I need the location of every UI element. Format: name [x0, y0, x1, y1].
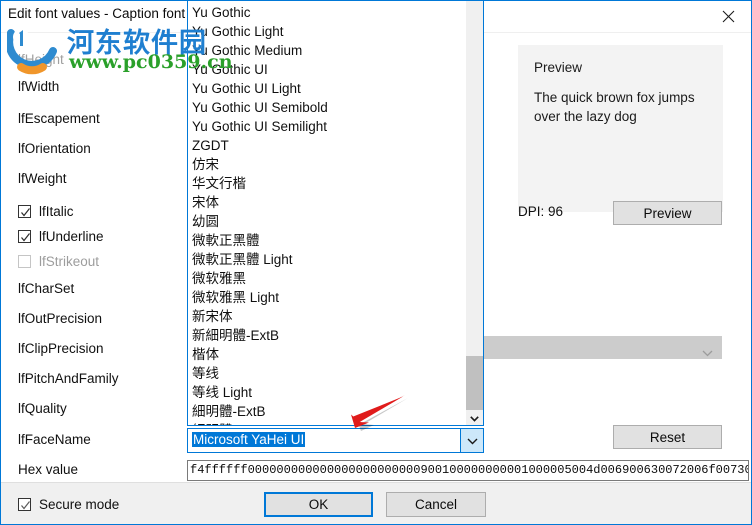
- label-lfquality: lfQuality: [18, 401, 67, 416]
- checkbox-label: lfItalic: [39, 204, 74, 219]
- checkbox-label: Secure mode: [39, 497, 120, 512]
- preview-panel: Preview The quick brown fox jumps over t…: [518, 45, 723, 212]
- close-icon: [722, 10, 735, 23]
- list-item[interactable]: 新宋体: [192, 307, 233, 326]
- chevron-down-icon: [470, 409, 479, 426]
- dpi-label: DPI: 96: [518, 204, 564, 219]
- list-item[interactable]: ZGDT: [192, 136, 229, 155]
- label-lfweight: lfWeight: [18, 171, 67, 186]
- label-lffacename: lfFaceName: [18, 432, 91, 447]
- list-item[interactable]: Yu Gothic UI: [192, 60, 268, 79]
- list-item[interactable]: Yu Gothic Medium: [192, 41, 302, 60]
- list-item[interactable]: Yu Gothic UI Semibold: [192, 98, 328, 117]
- list-item[interactable]: 幼圆: [192, 212, 219, 231]
- chevron-down-icon: [467, 432, 478, 450]
- font-list-dropdown[interactable]: Yu Gothic Yu Gothic Light Yu Gothic Medi…: [187, 1, 484, 426]
- label-hex-value: Hex value: [18, 462, 79, 477]
- page-title: Edit font values - Caption font: [8, 6, 186, 21]
- checkbox-box: [18, 498, 31, 511]
- list-item[interactable]: 微軟正黑體 Light: [192, 250, 293, 269]
- check-icon: [20, 205, 31, 217]
- ok-button[interactable]: OK: [264, 492, 373, 517]
- scrollbar-thumb[interactable]: [466, 356, 483, 411]
- list-item[interactable]: 細明體-ExtB: [192, 402, 266, 421]
- checkbox-box: [18, 255, 31, 268]
- label-lfpitchandfamily: lfPitchAndFamily: [18, 371, 119, 386]
- close-button[interactable]: [705, 1, 751, 31]
- list-item[interactable]: 宋体: [192, 193, 219, 212]
- list-item[interactable]: 微软雅黑: [192, 269, 246, 288]
- lffacename-combo-box[interactable]: Microsoft YaHei UI: [187, 428, 484, 453]
- list-scrollbar[interactable]: [466, 1, 483, 425]
- chevron-down-icon: [702, 344, 713, 362]
- checkbox-lfunderline[interactable]: lfUnderline: [18, 229, 104, 244]
- label-lfwidth: lfWidth: [18, 79, 60, 94]
- hex-value-field[interactable]: f4ffffff00000000000000000000000090010000…: [187, 460, 749, 481]
- scroll-down-button[interactable]: [466, 410, 483, 425]
- preview-button[interactable]: Preview: [613, 201, 722, 225]
- checkbox-box: [18, 205, 31, 218]
- list-item[interactable]: 微软雅黑 Light: [192, 288, 279, 307]
- label-lforientation: lfOrientation: [18, 141, 91, 156]
- list-item[interactable]: 楷体: [192, 345, 219, 364]
- check-icon: [20, 498, 31, 510]
- checkbox-box: [18, 230, 31, 243]
- preview-title: Preview: [534, 60, 583, 75]
- checkbox-lfitalic[interactable]: lfItalic: [18, 204, 74, 219]
- list-item[interactable]: 仿宋: [192, 155, 219, 174]
- lffacename-selected-value: Microsoft YaHei UI: [192, 432, 306, 447]
- list-item[interactable]: Yu Gothic UI Light: [192, 79, 301, 98]
- label-lfescapement: lfEscapement: [18, 111, 100, 126]
- label-lfclipprecision: lfClipPrecision: [18, 341, 104, 356]
- list-item[interactable]: 新細明體-ExtB: [192, 326, 279, 345]
- label-lfheight: lfHeight: [18, 52, 64, 67]
- list-item[interactable]: 微軟正黑體: [192, 231, 260, 250]
- list-item[interactable]: 等线: [192, 364, 219, 383]
- list-item[interactable]: 等线 Light: [192, 383, 252, 402]
- list-item[interactable]: Yu Gothic UI Semilight: [192, 117, 327, 136]
- hex-value-text: f4ffffff00000000000000000000000090010000…: [190, 463, 749, 477]
- checkbox-secure-mode[interactable]: Secure mode: [18, 497, 119, 512]
- font-list-items: Yu Gothic Yu Gothic Light Yu Gothic Medi…: [188, 1, 462, 425]
- dialog-footer: Secure mode OK Cancel: [1, 482, 751, 524]
- disabled-combo-box: [481, 336, 722, 359]
- cancel-button[interactable]: Cancel: [386, 492, 486, 517]
- checkbox-label: lfStrikeout: [39, 254, 100, 269]
- checkbox-label: lfUnderline: [39, 229, 104, 244]
- reset-button[interactable]: Reset: [613, 425, 722, 449]
- edit-font-values-dialog: Edit font values - Caption font lfHeight…: [0, 0, 752, 525]
- list-item[interactable]: Yu Gothic: [192, 3, 251, 22]
- check-icon: [20, 230, 31, 242]
- checkbox-lfstrikeout: lfStrikeout: [18, 254, 99, 269]
- combo-dropdown-button[interactable]: [460, 428, 484, 453]
- label-lfcharset: lfCharSet: [18, 281, 75, 296]
- list-item[interactable]: Yu Gothic Light: [192, 22, 284, 41]
- list-item[interactable]: 华文行楷: [192, 174, 246, 193]
- label-lfoutprecision: lfOutPrecision: [18, 311, 103, 326]
- preview-sample: The quick brown fox jumps over the lazy …: [534, 90, 695, 124]
- list-item[interactable]: 細明體_HKSCS-ExtB: [192, 421, 320, 425]
